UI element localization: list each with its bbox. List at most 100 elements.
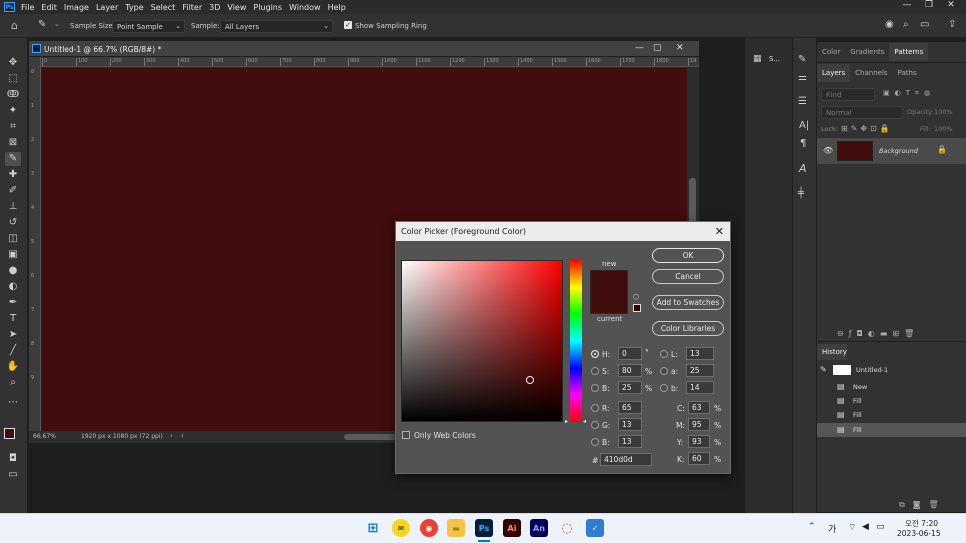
tab-color[interactable]: Color: [817, 43, 845, 61]
clone-stamp-tool-icon[interactable]: ⊥: [5, 200, 21, 214]
tab-paths[interactable]: Paths: [893, 64, 922, 82]
eraser-tool-icon[interactable]: ◫: [5, 232, 21, 246]
more-tools-icon[interactable]: ⋯: [5, 396, 21, 410]
brightness-field[interactable]: 25: [618, 381, 642, 394]
properties-icon[interactable]: ☰: [798, 96, 807, 107]
move-tool-icon[interactable]: ✥: [5, 56, 21, 70]
layer-row-background[interactable]: 👁 Background 🔒: [817, 138, 966, 164]
tab-gradients[interactable]: Gradients: [845, 43, 889, 61]
add-to-swatches-button[interactable]: Add to Swatches: [652, 295, 724, 310]
menu-edit[interactable]: Edit: [41, 3, 57, 12]
sample-select[interactable]: All Layers ⌄: [220, 20, 333, 33]
red-radio[interactable]: [591, 404, 599, 412]
layer-actions-icons[interactable]: ⊖ƒ◘◐▬⊞🗑: [837, 329, 919, 338]
pen-tool-icon[interactable]: ✒: [5, 296, 21, 310]
red-field[interactable]: 65: [618, 401, 642, 414]
current-color-swatch[interactable]: [591, 293, 627, 313]
layer-filter-icons[interactable]: ▣◐T⌗◍: [883, 89, 935, 98]
hand-tool-icon[interactable]: ✋: [5, 360, 21, 374]
scroll-left-icon[interactable]: ‹: [181, 432, 184, 440]
start-icon[interactable]: ⊞: [364, 519, 382, 537]
blue-radio[interactable]: [591, 438, 599, 446]
frame-tool-icon[interactable]: ⊠: [5, 136, 21, 150]
history-actions-icons[interactable]: ⧉◙🗑: [899, 500, 947, 510]
swatches-panel-icon[interactable]: ▦: [753, 54, 762, 64]
sample-size-select[interactable]: Point Sample ⌄: [112, 20, 185, 33]
share-icon[interactable]: ◉: [885, 19, 894, 30]
zoom-level[interactable]: 66.67%: [33, 433, 56, 440]
menu-image[interactable]: Image: [64, 3, 89, 12]
lightness-field[interactable]: 13: [686, 347, 714, 360]
glyphs-icon[interactable]: A: [799, 162, 807, 175]
web-safe-cube-icon[interactable]: ⬡: [633, 293, 639, 301]
a-channel-radio[interactable]: [660, 367, 668, 375]
tab-layers[interactable]: Layers: [817, 64, 851, 82]
doc-maximize-icon[interactable]: ▢: [653, 43, 662, 53]
green-field[interactable]: 13: [618, 418, 642, 431]
close-icon[interactable]: ✕: [940, 0, 962, 14]
doc-minimize-icon[interactable]: —: [635, 43, 644, 53]
brush-tool-icon[interactable]: ✐: [5, 184, 21, 198]
file-explorer-icon[interactable]: ▬: [447, 519, 465, 537]
marquee-tool-icon[interactable]: ⬚: [5, 72, 21, 86]
office-icon[interactable]: ◌: [558, 519, 576, 537]
lock-icon[interactable]: 🔒: [937, 145, 947, 154]
clock-time[interactable]: 오전 7:20: [905, 518, 938, 529]
yellow-field[interactable]: 93: [688, 435, 710, 448]
web-safe-swatch[interactable]: [633, 304, 641, 312]
photoshop-taskbar-icon[interactable]: Ps: [475, 519, 493, 537]
green-radio[interactable]: [591, 421, 599, 429]
adjustments-icon[interactable]: ⚌: [798, 72, 807, 83]
menu-layer[interactable]: Layer: [96, 3, 118, 12]
tab-patterns[interactable]: Patterns: [889, 43, 929, 61]
chevron-right-icon[interactable]: ›: [170, 432, 173, 440]
gradient-tool-icon[interactable]: ▣: [5, 248, 21, 262]
workspace-icon[interactable]: ▭: [920, 19, 929, 30]
saturation-radio[interactable]: [591, 367, 599, 375]
color-field[interactable]: [401, 260, 563, 422]
character-icon[interactable]: A|: [799, 120, 809, 131]
history-snapshot[interactable]: ✎ Untitled-1: [817, 363, 966, 377]
lightness-radio[interactable]: [660, 350, 668, 358]
history-brush-tool-icon[interactable]: ↺: [5, 216, 21, 230]
hue-field[interactable]: 0: [618, 347, 642, 360]
zoom-tool-icon[interactable]: ⌕: [5, 376, 21, 390]
dodge-tool-icon[interactable]: ◐: [5, 280, 21, 294]
magenta-field[interactable]: 95: [688, 418, 710, 431]
hex-field[interactable]: 410d0d: [600, 453, 652, 466]
volume-icon[interactable]: ◀: [862, 522, 869, 532]
magic-wand-tool-icon[interactable]: ✦: [5, 104, 21, 118]
battery-icon[interactable]: ▭: [876, 522, 885, 532]
home-icon[interactable]: ⌂: [11, 19, 18, 32]
dialog-title-bar[interactable]: Color Picker (Foreground Color) ✕: [396, 222, 730, 241]
chevron-down-icon[interactable]: ⌄: [54, 20, 60, 28]
slider-arrow-right-icon[interactable]: ◂: [583, 418, 586, 425]
eyedropper-icon[interactable]: ✎: [38, 19, 46, 30]
blur-tool-icon[interactable]: ●: [5, 264, 21, 278]
menu-plugins[interactable]: Plugins: [253, 3, 282, 12]
kakaotalk-icon[interactable]: ✉: [392, 519, 410, 537]
animate-taskbar-icon[interactable]: An: [530, 519, 548, 537]
chrome-icon[interactable]: ◉: [420, 519, 438, 537]
menu-window[interactable]: Window: [289, 3, 321, 12]
foreground-color-swatch[interactable]: [4, 428, 15, 439]
hue-radio[interactable]: [591, 350, 599, 358]
type-tool-icon[interactable]: T: [5, 312, 21, 326]
slider-arrow-left-icon[interactable]: ▸: [565, 418, 568, 425]
restore-icon[interactable]: ❐: [918, 0, 940, 14]
search-icon[interactable]: ⌕: [903, 19, 909, 30]
photoshop-logo[interactable]: Ps: [4, 2, 15, 12]
show-ring-checkbox[interactable]: ✓: [344, 21, 352, 29]
swatches-panel-label[interactable]: S...: [769, 55, 780, 63]
screen-mode-icon[interactable]: ▭: [5, 468, 21, 482]
menu-help[interactable]: Help: [328, 3, 346, 12]
minimize-icon[interactable]: —: [896, 0, 918, 14]
ime-indicator[interactable]: 가: [828, 522, 836, 535]
clock-date[interactable]: 2023-06-15: [897, 529, 941, 538]
cyan-field[interactable]: 63: [688, 401, 710, 414]
fill-value[interactable]: 100%: [934, 125, 953, 133]
line-tool-icon[interactable]: ╱: [5, 344, 21, 358]
lasso-tool-icon[interactable]: ↂ: [5, 88, 21, 102]
hue-slider[interactable]: [570, 260, 582, 422]
document-tab[interactable]: Untitled-1 @ 66.7% (RGB/8#) * — ▢ ✕: [29, 41, 699, 57]
